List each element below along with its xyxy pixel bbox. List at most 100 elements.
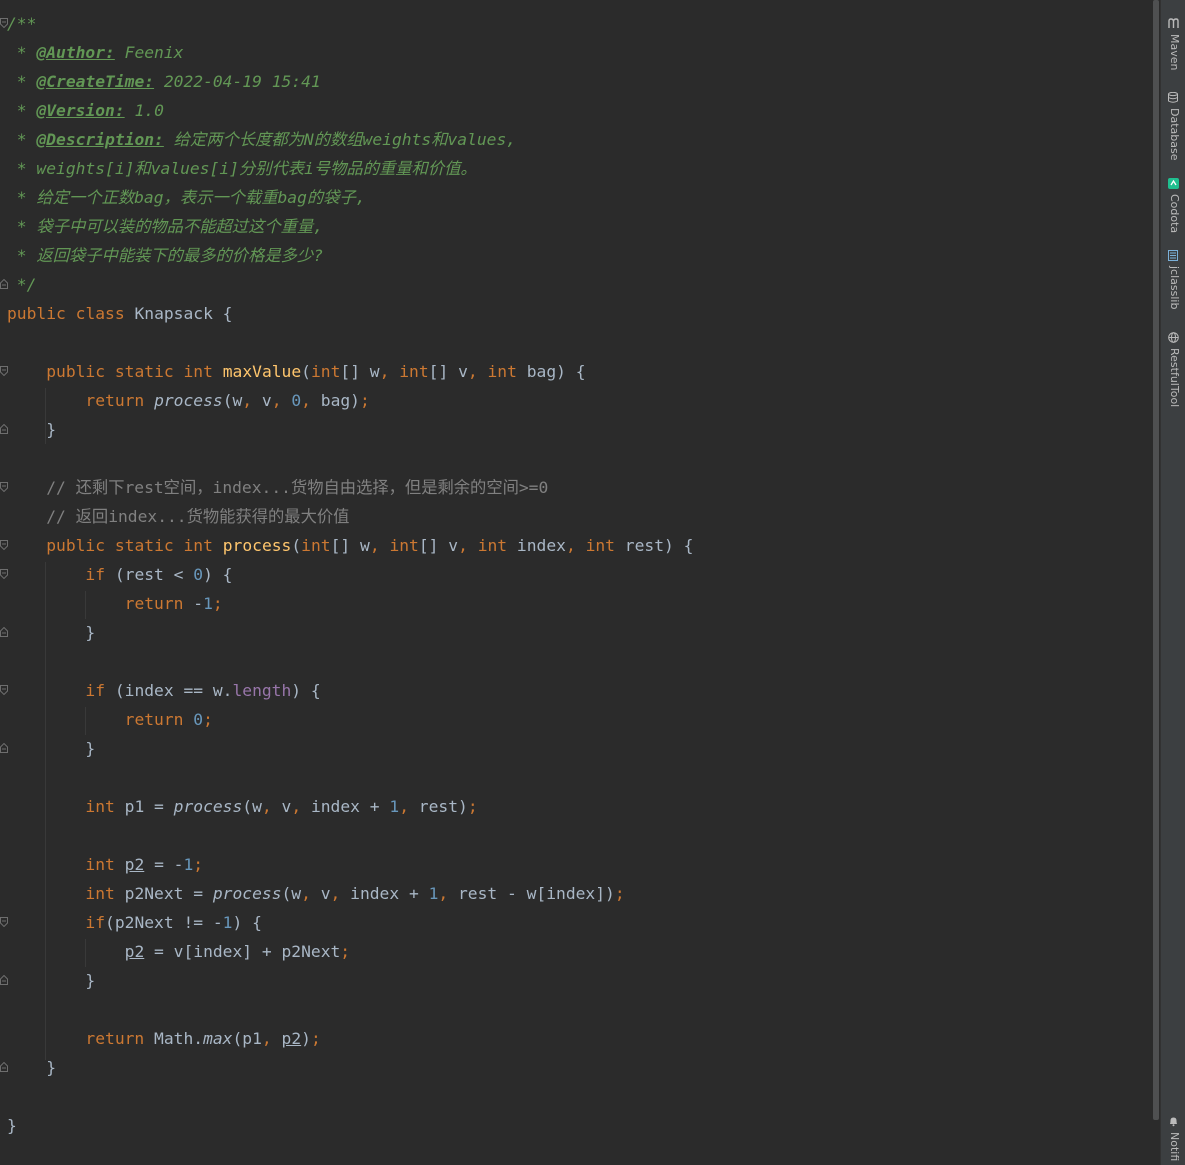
code-line[interactable]: // 返回index...货物能获得的最大价值 <box>0 502 1150 531</box>
code-token: (p2Next != - <box>105 913 223 932</box>
fold-open-icon[interactable] <box>0 540 8 550</box>
ide-window: /** * @Author: Feenix * @CreateTime: 202… <box>0 0 1185 1165</box>
scrollbar-thumb[interactable] <box>1153 0 1159 1120</box>
code-line-text: if (index == w.length) { <box>7 676 320 705</box>
fold-close-icon[interactable] <box>0 743 8 753</box>
code-line[interactable]: if (rest < 0) { <box>0 560 1150 589</box>
code-line[interactable]: int p2 = -1; <box>0 850 1150 879</box>
code-line[interactable]: } <box>0 415 1150 444</box>
code-line[interactable]: * @Author: Feenix <box>0 38 1150 67</box>
fold-close-icon[interactable] <box>0 1062 8 1072</box>
code-token: (w <box>222 391 243 410</box>
fold-open-icon[interactable] <box>0 482 8 492</box>
code-token: , <box>565 536 576 555</box>
code-line[interactable]: if (index == w.length) { <box>0 676 1150 705</box>
code-token: index <box>507 536 566 555</box>
code-line[interactable] <box>0 444 1150 473</box>
code-token: (w <box>242 797 262 816</box>
code-line[interactable]: return process(w, v, 0, bag); <box>0 386 1150 415</box>
fold-open-icon[interactable] <box>0 18 8 28</box>
code-token: index + <box>301 797 390 816</box>
code-line[interactable]: public class Knapsack { <box>0 299 1150 328</box>
code-line[interactable]: } <box>0 734 1150 763</box>
code-token: int <box>85 884 115 903</box>
code-line[interactable]: // 还剩下rest空间，index...货物自由选择，但是剩余的空间>=0 <box>0 473 1150 502</box>
vertical-scrollbar[interactable] <box>1152 0 1160 1165</box>
code-token: , <box>330 884 341 903</box>
code-token: = - <box>144 855 184 874</box>
code-line-text: p2 = v[index] + p2Next; <box>7 937 350 966</box>
code-line[interactable]: */ <box>0 270 1150 299</box>
fold-close-icon[interactable] <box>0 975 8 985</box>
code-token: [] v <box>428 362 468 381</box>
code-line[interactable]: * 给定一个正数bag，表示一个载重bag的袋子, <box>0 183 1150 212</box>
code-token: [] w <box>330 536 370 555</box>
code-line[interactable]: return -1; <box>0 589 1150 618</box>
code-token: ) { <box>203 565 233 584</box>
code-line[interactable]: } <box>0 966 1150 995</box>
code-token: static <box>114 536 174 555</box>
fold-close-icon[interactable] <box>0 279 8 289</box>
code-token: return <box>124 710 184 729</box>
code-token: , <box>301 391 311 410</box>
bell-icon <box>1167 1116 1179 1128</box>
fold-close-icon[interactable] <box>0 424 8 434</box>
code-line[interactable] <box>0 328 1150 357</box>
code-token: * 袋子中可以装的物品不能超过这个重量, <box>7 217 323 236</box>
code-line[interactable]: p2 = v[index] + p2Next; <box>0 937 1150 966</box>
code-line[interactable]: * 袋子中可以装的物品不能超过这个重量, <box>0 212 1150 241</box>
code-token: return <box>85 391 145 410</box>
code-line[interactable] <box>0 1082 1150 1111</box>
code-line[interactable]: * @Description: 给定两个长度都为N的数组weights和valu… <box>0 125 1150 154</box>
code-token: , <box>379 362 390 381</box>
code-token: p2 <box>124 942 145 961</box>
code-token: 0 <box>193 710 204 729</box>
code-line[interactable] <box>0 763 1150 792</box>
fold-open-icon[interactable] <box>0 366 8 376</box>
jclasslib-icon <box>1167 250 1179 262</box>
code-line[interactable]: * weights[i]和values[i]分别代表i号物品的重量和价值。 <box>0 154 1150 183</box>
code-line[interactable] <box>0 647 1150 676</box>
code-line[interactable]: int p2Next = process(w, v, index + 1, re… <box>0 879 1150 908</box>
code-token: class <box>75 304 125 323</box>
code-token: bag) <box>310 391 360 410</box>
code-token: process <box>154 391 223 410</box>
code-line-text: */ <box>7 270 37 299</box>
code-line[interactable]: public static int process(int[] w, int[]… <box>0 531 1150 560</box>
code-token: // 返回index...货物能获得的最大价值 <box>46 507 350 526</box>
code-line[interactable]: } <box>0 1053 1150 1082</box>
code-line[interactable]: } <box>0 618 1150 647</box>
tool-window-label: jclasslib <box>1168 266 1181 310</box>
code-line[interactable]: } <box>0 1111 1150 1140</box>
code-line[interactable]: * @CreateTime: 2022-04-19 15:41 <box>0 67 1150 96</box>
code-line-text: return Math.max(p1, p2); <box>7 1024 320 1053</box>
code-line[interactable]: int p1 = process(w, v, index + 1, rest); <box>0 792 1150 821</box>
code-token: int <box>585 536 615 555</box>
tool-window-label: RestfulTool <box>1168 348 1181 408</box>
code-token: * 返回袋子中能装下的最多的价格是多少? <box>7 246 323 265</box>
code-token: , <box>438 884 449 903</box>
fold-open-icon[interactable] <box>0 917 8 927</box>
code-token: public <box>46 536 106 555</box>
fold-open-icon[interactable] <box>0 685 8 695</box>
code-token: rest) <box>409 797 468 816</box>
fold-close-icon[interactable] <box>0 627 8 637</box>
fold-open-icon[interactable] <box>0 569 8 579</box>
codota-icon <box>1167 178 1179 190</box>
code-line[interactable]: return Math.max(p1, p2); <box>0 1024 1150 1053</box>
code-line[interactable]: * @Version: 1.0 <box>0 96 1150 125</box>
code-line[interactable]: if(p2Next != -1) { <box>0 908 1150 937</box>
code-line[interactable]: /** <box>0 9 1150 38</box>
code-line[interactable] <box>0 995 1150 1024</box>
code-line-text: if(p2Next != -1) { <box>7 908 261 937</box>
code-editor[interactable]: /** * @Author: Feenix * @CreateTime: 202… <box>0 0 1152 1165</box>
code-line[interactable]: return 0; <box>0 705 1150 734</box>
code-line[interactable]: * 返回袋子中能装下的最多的价格是多少? <box>0 241 1150 270</box>
code-line[interactable]: public static int maxValue(int[] w, int[… <box>0 357 1150 386</box>
tool-window-label: Maven <box>1168 34 1181 71</box>
code-line[interactable] <box>0 821 1150 850</box>
